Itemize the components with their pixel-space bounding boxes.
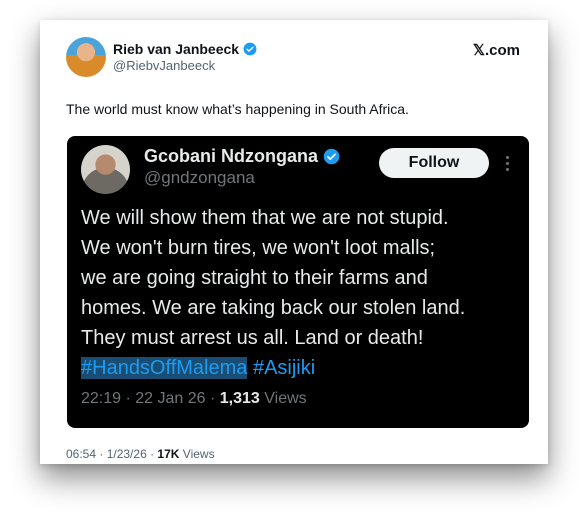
verified-badge-icon — [323, 148, 340, 165]
quoted-time[interactable]: 22:19 — [81, 390, 121, 407]
quoted-text-line: We won't burn tires, we won't loot malls… — [81, 237, 436, 259]
quoted-text-line: homes. We are taking back our stolen lan… — [81, 297, 466, 319]
quoted-date[interactable]: 22 Jan 26 — [135, 390, 205, 407]
hashtag-link[interactable]: #HandsOffMalema — [81, 357, 248, 379]
tweet-time[interactable]: 06:54 — [66, 447, 96, 461]
quoted-author-handle[interactable]: @gndzongana — [144, 168, 255, 188]
quoted-tweet-text: We will show them that we are not stupid… — [81, 203, 521, 383]
tweet-card: Rieb van Janbeeck @RiebvJanbeeck 𝕏.com T… — [40, 20, 548, 464]
author-name[interactable]: Rieb van Janbeeck — [113, 41, 239, 57]
x-logo[interactable]: 𝕏.com — [473, 41, 520, 59]
tweet-date[interactable]: 1/23/26 — [107, 447, 147, 461]
quoted-text-line: We will show them that we are not stupid… — [81, 207, 449, 229]
author-handle[interactable]: @RiebvJanbeeck — [113, 58, 215, 73]
tweet-views-label: Views — [182, 447, 215, 461]
quoted-text-line: They must arrest us all. Land or death! — [81, 327, 424, 349]
more-options-icon[interactable] — [499, 150, 515, 176]
author-avatar[interactable] — [66, 37, 106, 77]
quoted-views-label: Views — [264, 390, 307, 407]
tweet-meta: 06:54 · 1/23/26 · 17K Views — [66, 447, 215, 461]
quoted-author-name-row: Gcobani Ndzongana — [144, 146, 340, 167]
quoted-views-count: 1,313 — [219, 390, 260, 407]
tweet-text: The world must know what’s happening in … — [66, 101, 409, 117]
quoted-author-name[interactable]: Gcobani Ndzongana — [144, 146, 318, 167]
quoted-author-avatar[interactable] — [81, 145, 130, 194]
hashtag-link[interactable]: #Asijiki — [253, 357, 315, 379]
author-name-row: Rieb van Janbeeck — [113, 41, 257, 57]
follow-button[interactable]: Follow — [379, 148, 489, 178]
tweet-views-count: 17K — [157, 447, 180, 461]
quoted-text-line: we are going straight to their farms and — [81, 267, 428, 289]
verified-badge-icon — [243, 42, 257, 56]
quoted-tweet-meta: 22:19 · 22 Jan 26 · 1,313 Views — [81, 390, 307, 407]
tweet-screenshot-frame: Rieb van Janbeeck @RiebvJanbeeck 𝕏.com T… — [40, 20, 548, 464]
quoted-tweet[interactable]: Gcobani Ndzongana @gndzongana Follow We … — [67, 136, 529, 428]
